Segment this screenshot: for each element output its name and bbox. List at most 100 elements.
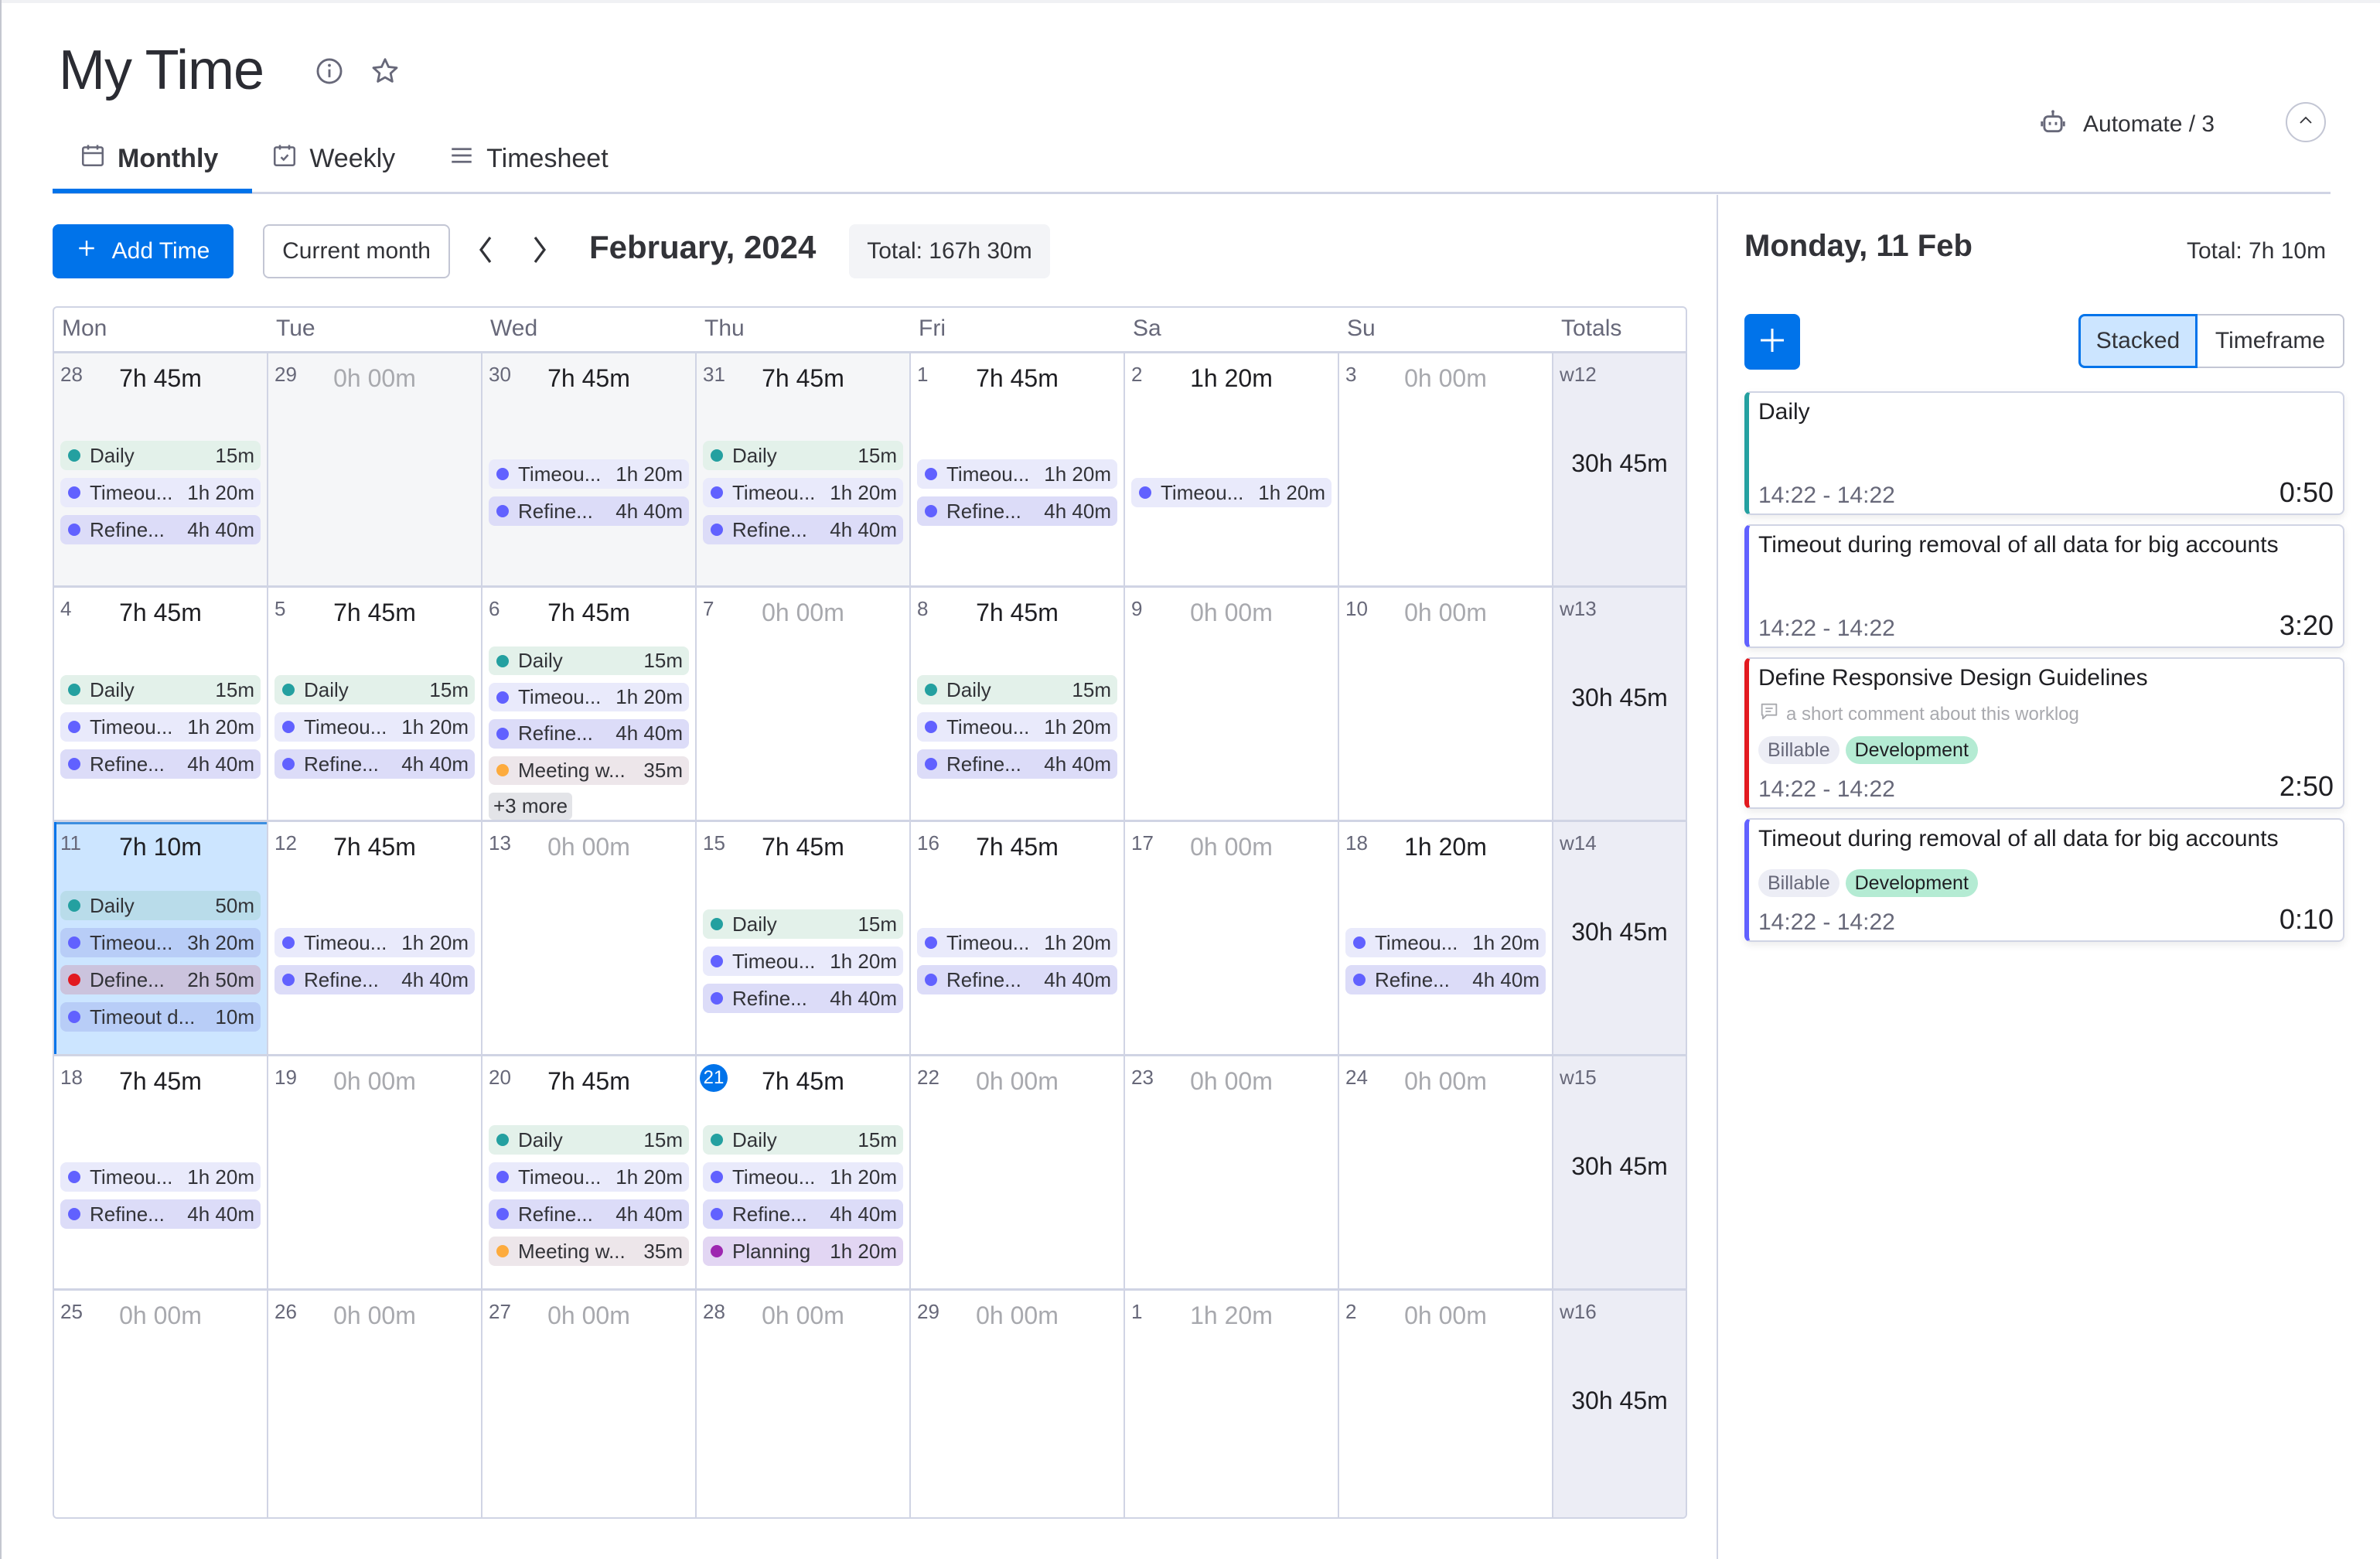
collapse-header-button[interactable] xyxy=(2286,102,2326,142)
tab-weekly[interactable]: Weekly xyxy=(244,131,421,186)
worklog-chip[interactable]: Timeou... 1h 20m xyxy=(917,928,1117,957)
worklog-chip[interactable]: Refine... 4h 40m xyxy=(60,1199,261,1229)
worklog-chip[interactable]: Refine... 4h 40m xyxy=(917,496,1117,526)
worklog-chip[interactable]: Refine... 4h 40m xyxy=(703,984,903,1013)
worklog-chip[interactable]: Timeou... 1h 20m xyxy=(489,1162,689,1192)
add-time-button[interactable]: Add Time xyxy=(53,224,234,278)
worklog-chip[interactable]: Daily 15m xyxy=(489,646,689,676)
worklog-chip[interactable]: Refine... 4h 40m xyxy=(489,719,689,749)
worklog-chip[interactable]: Refine... 4h 40m xyxy=(917,749,1117,779)
day-cell[interactable]: 1 7h 45m Timeou... 1h 20m Refine... 4h 40m xyxy=(911,353,1125,588)
worklog-chip[interactable]: Timeou... 1h 20m xyxy=(60,712,261,742)
day-cell[interactable]: 21 7h 45m Daily 15m Timeou... 1h 20m Refine...… xyxy=(697,1056,911,1291)
worklog-chip[interactable]: Timeou... 1h 20m xyxy=(274,928,475,957)
day-cell[interactable]: 31 7h 45m Daily 15m Timeou... 1h 20m Refine...… xyxy=(697,353,911,588)
worklog-card[interactable]: Timeout during removal of all data for b… xyxy=(1744,524,2344,648)
worklog-chip[interactable]: Timeou... 1h 20m xyxy=(917,712,1117,742)
tab-monthly[interactable]: Monthly xyxy=(53,131,244,186)
worklog-chip[interactable]: Refine... 4h 40m xyxy=(703,515,903,544)
worklog-card[interactable]: Timeout during removal of all data for b… xyxy=(1744,818,2344,942)
day-cell[interactable]: 26 0h 00m xyxy=(268,1291,482,1517)
day-cell[interactable]: 1 1h 20m xyxy=(1125,1291,1339,1517)
day-cell[interactable]: 10 0h 00m xyxy=(1339,588,1553,822)
day-cell[interactable]: 7 0h 00m xyxy=(697,588,911,822)
worklog-chip[interactable]: Timeou... 1h 20m xyxy=(703,478,903,507)
worklog-chip[interactable]: Daily 15m xyxy=(489,1125,689,1155)
worklog-chip[interactable]: Timeout d... 10m xyxy=(60,1002,261,1032)
worklog-chip[interactable]: Refine... 4h 40m xyxy=(703,1199,903,1229)
day-cell[interactable]: 13 0h 00m xyxy=(482,822,697,1056)
worklog-chip[interactable]: Timeou... 1h 20m xyxy=(1131,478,1332,507)
worklog-chip[interactable]: Daily 15m xyxy=(274,675,475,704)
day-cell[interactable]: 2 0h 00m xyxy=(1339,1291,1553,1517)
day-cell[interactable]: 15 7h 45m Daily 15m Timeou... 1h 20m Refine...… xyxy=(697,822,911,1056)
day-cell[interactable]: 29 0h 00m xyxy=(268,353,482,588)
day-cell[interactable]: 12 7h 45m Timeou... 1h 20m Refine... 4h 40m xyxy=(268,822,482,1056)
day-cell[interactable]: 9 0h 00m xyxy=(1125,588,1339,822)
day-cell[interactable]: 19 0h 00m xyxy=(268,1056,482,1291)
timeframe-view-button[interactable]: Timeframe xyxy=(2198,314,2344,368)
info-icon[interactable] xyxy=(312,54,346,88)
next-month-button[interactable] xyxy=(523,229,557,274)
day-cell[interactable]: 4 7h 45m Daily 15m Timeou... 1h 20m Refine... 4… xyxy=(54,588,268,822)
day-cell[interactable]: 16 7h 45m Timeou... 1h 20m Refine... 4h 40m xyxy=(911,822,1125,1056)
worklog-chip[interactable]: Timeou... 3h 20m xyxy=(60,928,261,957)
add-worklog-button[interactable] xyxy=(1744,314,1800,370)
day-cell[interactable]: 3 0h 00m xyxy=(1339,353,1553,588)
previous-month-button[interactable] xyxy=(469,229,503,274)
worklog-chip[interactable]: Timeou... 1h 20m xyxy=(489,683,689,712)
more-worklogs-button[interactable]: +3 more xyxy=(489,792,573,820)
worklog-card[interactable]: Define Responsive Design Guidelines a sho… xyxy=(1744,657,2344,809)
worklog-chip[interactable]: Meeting w... 35m xyxy=(489,756,689,785)
day-cell[interactable]: 2 1h 20m Timeou... 1h 20m xyxy=(1125,353,1339,588)
worklog-chip[interactable]: Timeou... 1h 20m xyxy=(703,1162,903,1192)
day-cell[interactable]: 22 0h 00m xyxy=(911,1056,1125,1291)
day-cell[interactable]: 18 1h 20m Timeou... 1h 20m Refine... 4h 40m xyxy=(1339,822,1553,1056)
current-month-button[interactable]: Current month xyxy=(263,224,450,278)
automate-button[interactable]: Automate / 3 xyxy=(2038,107,2215,142)
day-cell[interactable]: 28 0h 00m xyxy=(697,1291,911,1517)
day-cell[interactable]: 20 7h 45m Daily 15m Timeou... 1h 20m Refine...… xyxy=(482,1056,697,1291)
worklog-chip[interactable]: Daily 50m xyxy=(60,891,261,920)
stacked-view-button[interactable]: Stacked xyxy=(2078,314,2198,368)
day-cell[interactable]: 29 0h 00m xyxy=(911,1291,1125,1517)
star-icon[interactable] xyxy=(368,54,402,88)
worklog-chip[interactable]: Timeou... 1h 20m xyxy=(703,947,903,976)
day-cell[interactable]: 28 7h 45m Daily 15m Timeou... 1h 20m Refine...… xyxy=(54,353,268,588)
day-cell[interactable]: 23 0h 00m xyxy=(1125,1056,1339,1291)
worklog-chip[interactable]: Timeou... 1h 20m xyxy=(917,459,1117,489)
worklog-chip[interactable]: Timeou... 1h 20m xyxy=(1345,928,1546,957)
day-cell[interactable]: 25 0h 00m xyxy=(54,1291,268,1517)
worklog-chip[interactable]: Refine... 4h 40m xyxy=(60,749,261,779)
worklog-chip[interactable]: Refine... 4h 40m xyxy=(489,496,689,526)
worklog-card[interactable]: Daily 14:22 - 14:22 0:50 xyxy=(1744,391,2344,515)
tab-timesheet[interactable]: Timesheet xyxy=(421,131,634,186)
worklog-chip[interactable]: Daily 15m xyxy=(60,441,261,470)
worklog-chip[interactable]: Refine... 4h 40m xyxy=(274,749,475,779)
day-cell[interactable]: 24 0h 00m xyxy=(1339,1056,1553,1291)
worklog-chip[interactable]: Timeou... 1h 20m xyxy=(274,712,475,742)
worklog-chip[interactable]: Define... 2h 50m xyxy=(60,965,261,994)
worklog-chip[interactable]: Refine... 4h 40m xyxy=(274,965,475,994)
worklog-chip[interactable]: Refine... 4h 40m xyxy=(60,515,261,544)
day-cell[interactable]: 30 7h 45m Timeou... 1h 20m Refine... 4h 40m xyxy=(482,353,697,588)
day-cell[interactable]: 8 7h 45m Daily 15m Timeou... 1h 20m Refine... 4… xyxy=(911,588,1125,822)
day-cell[interactable]: 11 7h 10m Daily 50m Timeou... 3h 20m Define...… xyxy=(54,822,268,1056)
worklog-chip[interactable]: Refine... 4h 40m xyxy=(1345,965,1546,994)
worklog-chip[interactable]: Meeting w... 35m xyxy=(489,1237,689,1266)
worklog-chip[interactable]: Daily 15m xyxy=(703,441,903,470)
worklog-chip[interactable]: Timeou... 1h 20m xyxy=(489,459,689,489)
worklog-chip[interactable]: Refine... 4h 40m xyxy=(489,1199,689,1229)
worklog-chip[interactable]: Daily 15m xyxy=(917,675,1117,704)
worklog-chip[interactable]: Daily 15m xyxy=(703,909,903,939)
worklog-chip[interactable]: Daily 15m xyxy=(703,1125,903,1155)
worklog-chip[interactable]: Timeou... 1h 20m xyxy=(60,478,261,507)
day-cell[interactable]: 27 0h 00m xyxy=(482,1291,697,1517)
day-cell[interactable]: 17 0h 00m xyxy=(1125,822,1339,1056)
day-cell[interactable]: 6 7h 45m Daily 15m Timeou... 1h 20m Refine... 4… xyxy=(482,588,697,822)
worklog-chip[interactable]: Refine... 4h 40m xyxy=(917,965,1117,994)
day-cell[interactable]: 5 7h 45m Daily 15m Timeou... 1h 20m Refine... 4… xyxy=(268,588,482,822)
worklog-chip[interactable]: Timeou... 1h 20m xyxy=(60,1162,261,1192)
worklog-chip[interactable]: Planning 1h 20m xyxy=(703,1237,903,1266)
worklog-chip[interactable]: Daily 15m xyxy=(60,675,261,704)
